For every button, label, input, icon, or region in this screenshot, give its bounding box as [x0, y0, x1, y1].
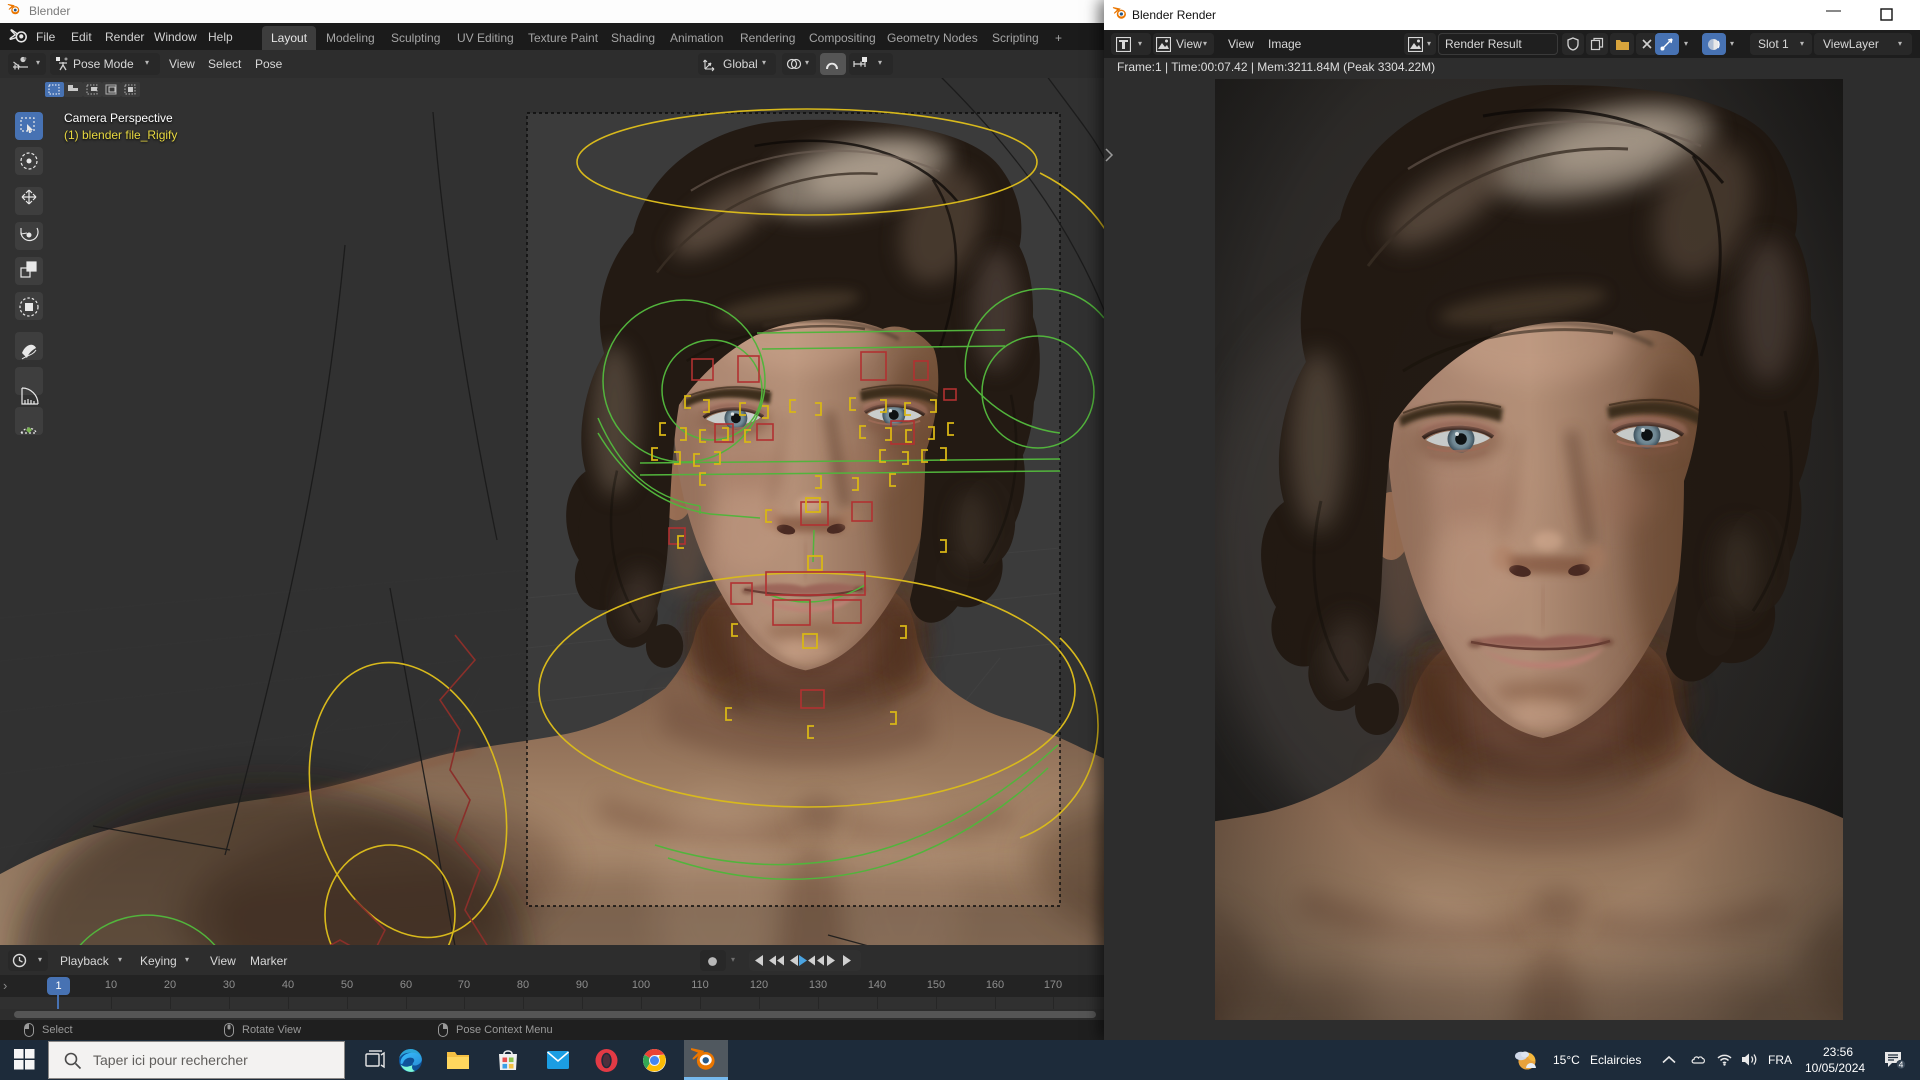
- svg-text:4: 4: [1899, 1060, 1904, 1070]
